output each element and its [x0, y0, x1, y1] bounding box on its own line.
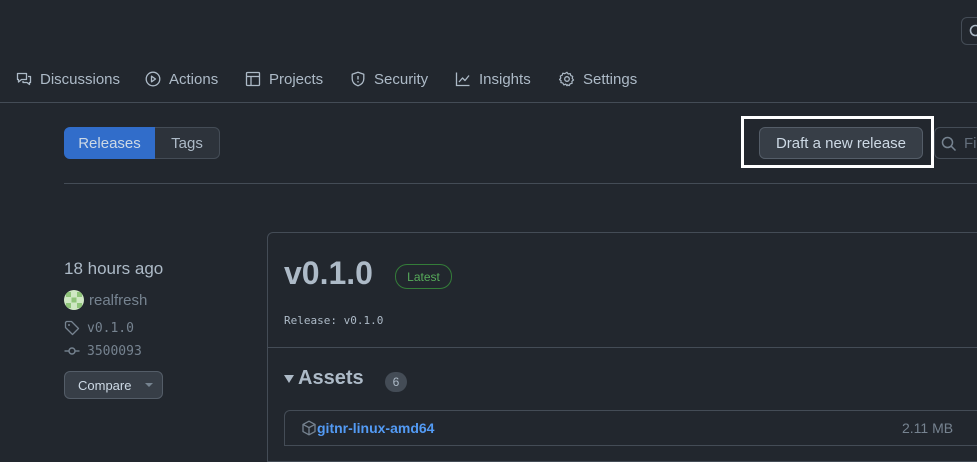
avatar [64, 290, 84, 310]
compare-label: Compare [78, 378, 131, 393]
package-icon [301, 420, 317, 436]
tag-icon [64, 320, 80, 336]
graph-icon [455, 71, 471, 87]
asset-size: 2.11 MB [902, 420, 953, 436]
top-header [0, 0, 977, 56]
global-search-button[interactable] [961, 17, 977, 45]
tab-discussions[interactable]: Discussions [16, 68, 120, 90]
divider [64, 183, 977, 184]
asset-divider [284, 445, 977, 446]
tab-label: Actions [169, 71, 218, 88]
shield-icon [350, 71, 366, 87]
triangle-down-icon [284, 375, 294, 383]
repo-nav-tabs: Discussions Actions Projects Security In… [0, 56, 977, 103]
play-icon [145, 71, 161, 87]
release-commit-link[interactable]: 3500093 [64, 343, 142, 359]
asset-name-link[interactable]: gitnr-linux-amd64 [317, 420, 434, 436]
draft-new-release-button[interactable]: Draft a new release [759, 127, 923, 159]
release-filter-input[interactable]: Fi [934, 127, 977, 159]
tab-actions[interactable]: Actions [145, 68, 218, 90]
tab-projects[interactable]: Projects [245, 68, 323, 90]
latest-badge: Latest [395, 264, 452, 289]
assets-heading: Assets [298, 367, 364, 390]
tab-label: Settings [583, 71, 637, 88]
comment-discussion-icon [16, 71, 32, 87]
tab-insights[interactable]: Insights [455, 68, 531, 90]
tag-name: v0.1.0 [87, 321, 134, 336]
table-icon [245, 71, 261, 87]
gear-icon [559, 71, 575, 87]
assets-count-badge: 6 [385, 372, 407, 392]
releases-tab-button[interactable]: Releases [64, 127, 155, 159]
commit-sha: 3500093 [87, 344, 142, 359]
author-name: realfresh [89, 292, 147, 309]
release-tag-link[interactable]: v0.1.0 [64, 320, 134, 336]
filter-placeholder: Fi [964, 135, 977, 152]
git-commit-icon [64, 343, 80, 359]
search-icon [969, 24, 977, 40]
release-divider [268, 347, 977, 348]
compare-button[interactable]: Compare [64, 371, 163, 399]
chevron-down-icon [145, 383, 153, 387]
asset-row: gitnr-linux-amd64 2.11 MB [284, 410, 977, 446]
search-icon [941, 136, 957, 152]
tab-label: Insights [479, 71, 531, 88]
tab-label: Projects [269, 71, 323, 88]
tab-label: Security [374, 71, 428, 88]
assets-toggle[interactable]: Assets [284, 367, 364, 390]
tags-tab-button[interactable]: Tags [155, 127, 220, 159]
release-body: Release: v0.1.0 [284, 314, 383, 327]
release-title-link[interactable]: v0.1.0 [284, 255, 373, 292]
tab-settings[interactable]: Settings [559, 68, 637, 90]
releases-tags-toggle: Releases Tags [64, 127, 220, 159]
release-time: 18 hours ago [64, 259, 163, 279]
tab-security[interactable]: Security [350, 68, 428, 90]
release-author[interactable]: realfresh [64, 290, 147, 310]
tab-label: Discussions [40, 71, 120, 88]
